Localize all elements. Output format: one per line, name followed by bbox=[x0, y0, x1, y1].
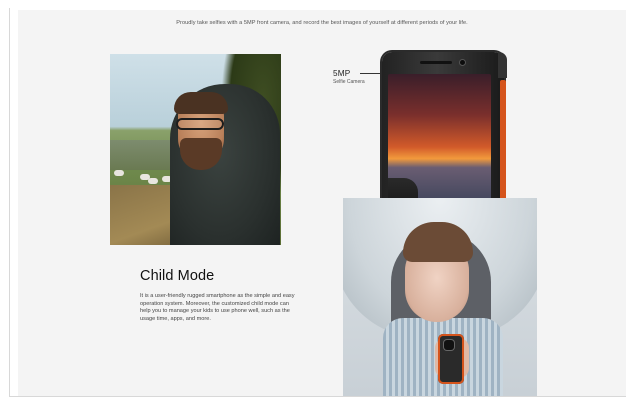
selfie-tagline: Proudly take selfies with a 5MP front ca… bbox=[176, 20, 468, 26]
front-camera-callout: 5MP Selfie Camera bbox=[333, 69, 365, 85]
camera-subtitle: Selfie Camera bbox=[333, 79, 365, 85]
rugged-phone-image bbox=[382, 52, 507, 220]
child-photo-phone bbox=[438, 334, 464, 384]
selfie-photo-hair bbox=[174, 92, 228, 114]
front-camera-icon bbox=[460, 60, 465, 65]
phone-speaker bbox=[420, 61, 452, 64]
selfie-photo-sheep bbox=[114, 170, 124, 176]
product-feature-panel: Proudly take selfies with a 5MP front ca… bbox=[18, 10, 626, 396]
phone-side-accent bbox=[500, 80, 506, 200]
page-frame-left bbox=[9, 8, 10, 396]
child-mode-photo bbox=[343, 198, 537, 396]
selfie-photo-sheep bbox=[148, 178, 158, 184]
child-mode-description: It is a user-friendly rugged smartphone … bbox=[140, 293, 295, 322]
child-mode-title: Child Mode bbox=[140, 268, 215, 284]
selfie-photo bbox=[110, 54, 281, 245]
selfie-photo-glasses bbox=[176, 118, 224, 130]
phone-bumper bbox=[498, 52, 507, 78]
page-frame-bottom bbox=[9, 396, 626, 397]
